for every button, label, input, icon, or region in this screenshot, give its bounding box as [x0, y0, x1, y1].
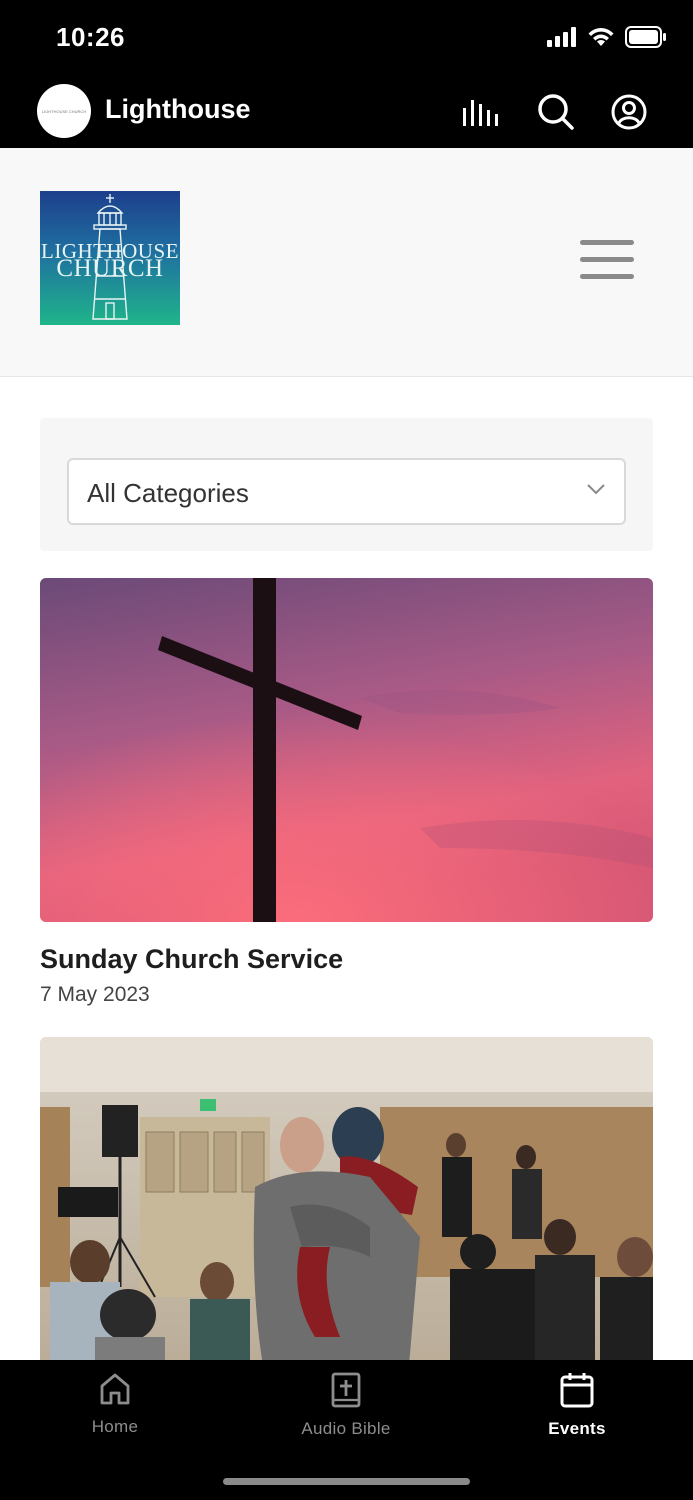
cellular-signal-icon	[547, 27, 577, 52]
filter-panel: All Categories	[40, 418, 653, 551]
tab-label: Audio Bible	[301, 1419, 391, 1438]
hamburger-menu-icon[interactable]	[580, 240, 638, 286]
account-icon[interactable]	[609, 92, 649, 132]
event-card[interactable]: Sunday Church Service 7 May 2023	[40, 578, 653, 1007]
battery-icon	[625, 26, 667, 53]
tab-home[interactable]: Home	[15, 1372, 215, 1452]
tab-label: Events	[548, 1419, 606, 1438]
home-icon	[99, 1372, 131, 1411]
event-title[interactable]: Sunday Church Service	[40, 944, 653, 975]
audio-bars-icon[interactable]	[461, 92, 501, 132]
chevron-down-icon	[586, 482, 606, 501]
app-title: Lighthouse	[105, 94, 251, 124]
status-time: 10:26	[56, 22, 125, 52]
category-select[interactable]: All Categories	[67, 458, 626, 525]
wifi-icon	[587, 27, 615, 52]
bible-icon	[330, 1372, 362, 1413]
site-header: LIGHTHOUSE CHURCH	[0, 148, 693, 377]
events-content: All Categories Sunday Church Service 7 M…	[0, 377, 693, 1360]
church-logo[interactable]: LIGHTHOUSE CHURCH	[40, 191, 180, 325]
status-icons	[547, 26, 667, 53]
logo-text-line2: CHURCH	[56, 255, 163, 282]
tab-events[interactable]: Events	[477, 1372, 677, 1452]
event-date: 7 May 2023	[40, 983, 150, 1006]
tab-audio-bible[interactable]: Audio Bible	[246, 1372, 446, 1452]
event-card[interactable]	[40, 1037, 653, 1360]
search-icon[interactable]	[536, 92, 576, 132]
home-indicator[interactable]	[223, 1478, 470, 1485]
status-bar: 10:26	[0, 0, 693, 78]
avatar-text: LIGHTHOUSE CHURCH	[41, 108, 87, 114]
congregation-hug-photo[interactable]	[40, 1037, 653, 1360]
category-select-value: All Categories	[87, 478, 249, 508]
app-header: LIGHTHOUSE CHURCH Lighthouse	[0, 78, 693, 148]
calendar-icon	[560, 1372, 594, 1413]
tab-label: Home	[91, 1417, 139, 1436]
cross-at-sunset-photo[interactable]	[40, 578, 653, 922]
app-avatar[interactable]: LIGHTHOUSE CHURCH	[37, 84, 91, 138]
